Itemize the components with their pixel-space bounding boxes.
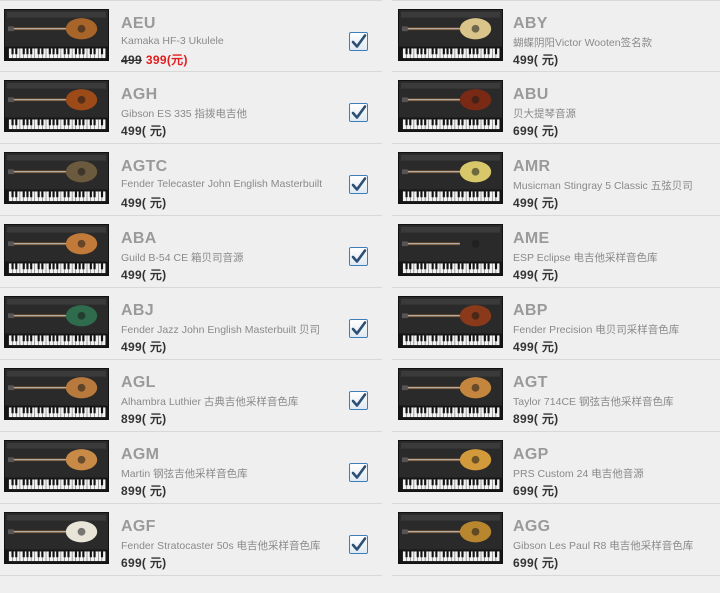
select-checkbox[interactable] xyxy=(349,391,368,410)
product-price: 499( 元) xyxy=(121,268,167,282)
select-checkbox[interactable] xyxy=(349,103,368,122)
product-thumbnail[interactable] xyxy=(398,440,503,492)
product-price: 499 399(元) xyxy=(121,51,188,68)
product-price: 899( 元) xyxy=(513,412,559,426)
product-price: 499( 元) xyxy=(121,124,167,138)
select-checkbox[interactable] xyxy=(349,463,368,482)
product-code[interactable]: ABU xyxy=(513,86,549,104)
select-checkbox[interactable] xyxy=(349,319,368,338)
product-thumbnail[interactable] xyxy=(4,9,109,61)
product-thumbnail[interactable] xyxy=(4,440,109,492)
product-name: 蝴蝶阴阳Victor Wooten签名款 xyxy=(513,37,653,49)
product-price: 899( 元) xyxy=(121,484,167,498)
product-item-abp[interactable]: ABP Fender Precision 电贝司采样音色库 499( 元) xyxy=(392,288,720,360)
product-thumbnail[interactable] xyxy=(398,152,503,204)
select-checkbox[interactable] xyxy=(349,175,368,194)
product-price: 499( 元) xyxy=(513,53,559,67)
product-code[interactable]: AGTC xyxy=(121,158,168,176)
product-price: 699( 元) xyxy=(513,556,559,570)
product-price: 499( 元) xyxy=(121,340,167,354)
product-thumbnail[interactable] xyxy=(4,152,109,204)
product-thumbnail[interactable] xyxy=(4,368,109,420)
select-checkbox[interactable] xyxy=(349,32,368,51)
product-price: 499( 元) xyxy=(513,268,559,282)
product-name: Musicman Stingray 5 Classic 五弦贝司 xyxy=(513,180,693,192)
product-code[interactable]: AGG xyxy=(513,518,550,536)
select-checkbox[interactable] xyxy=(349,247,368,266)
product-code[interactable]: AGT xyxy=(513,374,548,392)
product-name: 贝大提琴音源 xyxy=(513,108,576,120)
product-code[interactable]: AME xyxy=(513,230,549,248)
sale-price: 399(元) xyxy=(145,53,188,67)
product-name: Taylor 714CE 钢弦吉他采样音色库 xyxy=(513,396,674,408)
product-thumbnail[interactable] xyxy=(4,512,109,564)
product-thumbnail[interactable] xyxy=(398,368,503,420)
product-code[interactable]: AGF xyxy=(121,518,156,536)
product-code[interactable]: AGP xyxy=(513,446,549,464)
product-item-aba[interactable]: ABA Guild B-54 CE 箱贝司音源 499( 元) xyxy=(0,216,382,288)
product-name: Fender Jazz John English Masterbuilt 贝司 xyxy=(121,324,321,336)
product-item-agl[interactable]: AGL Alhambra Luthier 古典吉他采样音色库 899( 元) xyxy=(0,360,382,432)
product-code[interactable]: ABA xyxy=(121,230,157,248)
product-thumbnail[interactable] xyxy=(398,80,503,132)
product-name: Alhambra Luthier 古典吉他采样音色库 xyxy=(121,396,299,408)
product-item-agt[interactable]: AGT Taylor 714CE 钢弦吉他采样音色库 899( 元) xyxy=(392,360,720,432)
product-code[interactable]: AGH xyxy=(121,86,157,104)
product-code[interactable]: ABJ xyxy=(121,302,154,320)
product-name: Gibson ES 335 指拨电吉他 xyxy=(121,108,248,120)
product-name: ESP Eclipse 电吉他采样音色库 xyxy=(513,252,658,264)
original-price: 499 xyxy=(121,53,142,67)
product-name: Fender Stratocaster 50s 电吉他采样音色库 xyxy=(121,540,321,552)
product-code[interactable]: AGL xyxy=(121,374,156,392)
product-item-ame[interactable]: AME ESP Eclipse 电吉他采样音色库 499( 元) xyxy=(392,216,720,288)
product-price: 699( 元) xyxy=(513,484,559,498)
product-item-agh[interactable]: AGH Gibson ES 335 指拨电吉他 499( 元) xyxy=(0,72,382,144)
product-name: Martin 钢弦吉他采样音色库 xyxy=(121,468,248,480)
product-item-aeu[interactable]: AEU Kamaka HF-3 Ukulele 499 399(元) xyxy=(0,0,382,72)
product-name: Guild B-54 CE 箱贝司音源 xyxy=(121,252,244,264)
product-code[interactable]: AEU xyxy=(121,15,156,33)
product-item-aby[interactable]: ABY 蝴蝶阴阳Victor Wooten签名款 499( 元) xyxy=(392,0,720,72)
select-checkbox[interactable] xyxy=(349,535,368,554)
product-thumbnail[interactable] xyxy=(4,296,109,348)
product-thumbnail[interactable] xyxy=(398,296,503,348)
product-thumbnail[interactable] xyxy=(398,224,503,276)
product-thumbnail[interactable] xyxy=(398,9,503,61)
product-item-agp[interactable]: AGP PRS Custom 24 电吉他音源 699( 元) xyxy=(392,432,720,504)
product-price: 499( 元) xyxy=(513,340,559,354)
product-name: Fender Telecaster John English Masterbui… xyxy=(121,178,323,190)
product-item-abj[interactable]: ABJ Fender Jazz John English Masterbuilt … xyxy=(0,288,382,360)
product-price: 899( 元) xyxy=(121,412,167,426)
product-name: Fender Precision 电贝司采样音色库 xyxy=(513,324,680,336)
product-item-abu[interactable]: ABU 贝大提琴音源 699( 元) xyxy=(392,72,720,144)
product-item-agm[interactable]: AGM Martin 钢弦吉他采样音色库 899( 元) xyxy=(0,432,382,504)
product-column-left: AEU Kamaka HF-3 Ukulele 499 399(元) AGH Gibso… xyxy=(0,0,382,576)
product-code[interactable]: AGM xyxy=(121,446,159,464)
product-name: PRS Custom 24 电吉他音源 xyxy=(513,468,644,480)
product-code[interactable]: ABP xyxy=(513,302,548,320)
product-thumbnail[interactable] xyxy=(398,512,503,564)
product-item-agf[interactable]: AGF Fender Stratocaster 50s 电吉他采样音色库 699( … xyxy=(0,504,382,576)
product-price: 499( 元) xyxy=(121,196,167,210)
product-column-right: ABY 蝴蝶阴阳Victor Wooten签名款 499( 元) ABU 贝大提琴音源… xyxy=(392,0,720,576)
product-thumbnail[interactable] xyxy=(4,224,109,276)
product-name: Kamaka HF-3 Ukulele xyxy=(121,35,224,47)
product-code[interactable]: AMR xyxy=(513,158,550,176)
product-thumbnail[interactable] xyxy=(4,80,109,132)
product-name: Gibson Les Paul R8 电吉他采样音色库 xyxy=(513,540,694,552)
product-price: 699( 元) xyxy=(121,556,167,570)
product-price: 699( 元) xyxy=(513,124,559,138)
product-code[interactable]: ABY xyxy=(513,15,548,33)
product-price: 499( 元) xyxy=(513,196,559,210)
product-item-amr[interactable]: AMR Musicman Stingray 5 Classic 五弦贝司 499( … xyxy=(392,144,720,216)
product-item-agg[interactable]: AGG Gibson Les Paul R8 电吉他采样音色库 699( 元) xyxy=(392,504,720,576)
product-item-agtc[interactable]: AGTC Fender Telecaster John English Maste… xyxy=(0,144,382,216)
